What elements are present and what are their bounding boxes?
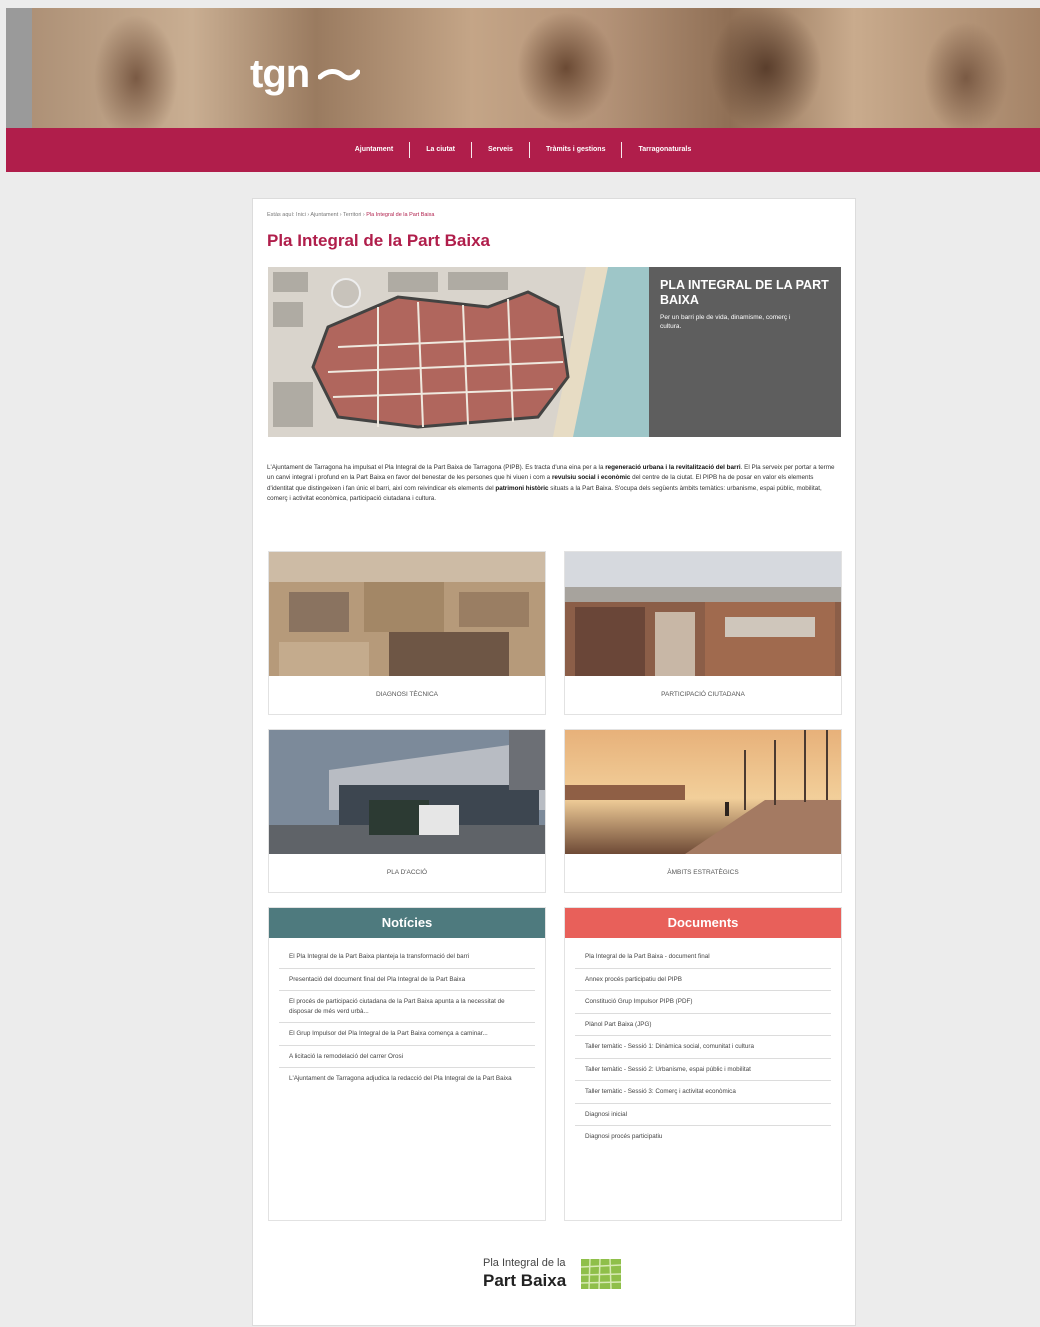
news-item[interactable]: El Pla Integral de la Part Baixa plantej… xyxy=(279,946,535,969)
news-panel: Notícies El Pla Integral de la Part Baix… xyxy=(268,907,546,1221)
banner-subtitle: Per un barri ple de vida, dinamisme, com… xyxy=(660,314,791,330)
tile-pla-daccio[interactable]: PLA D'ACCIÓ xyxy=(268,729,546,893)
documents-heading: Documents xyxy=(565,908,841,938)
document-item[interactable]: Diagnosi inicial xyxy=(575,1104,831,1126)
tile-image xyxy=(565,730,841,854)
breadcrumb-home[interactable]: Estàs aquí: Inici xyxy=(267,212,306,218)
hero-banner xyxy=(6,8,1040,128)
tile-label: ÀMBITS ESTRATÈGICS xyxy=(667,869,739,876)
intro-bold-2: revulsiu social i econòmic xyxy=(551,474,631,482)
document-item[interactable]: Taller temàtic - Sessió 3: Comerç i acti… xyxy=(575,1081,831,1104)
footer-logo-line1: Pla Integral de la xyxy=(483,1257,566,1269)
tile-image xyxy=(565,552,841,676)
intro-paragraph: L'Ajuntament de Tarragona ha impulsat el… xyxy=(267,463,841,504)
tile-ambits-estrategics[interactable]: ÀMBITS ESTRATÈGICS xyxy=(564,729,842,893)
documents-list: Pla Integral de la Part Baixa - document… xyxy=(575,946,831,1148)
map-grid-icon xyxy=(581,1259,621,1289)
document-item[interactable]: Plànol Part Baixa (JPG) xyxy=(575,1014,831,1036)
nav-item-serveis[interactable]: Serveis xyxy=(471,142,529,158)
news-item[interactable]: Presentació del document final del Pla I… xyxy=(279,969,535,991)
documents-panel: Documents Pla Integral de la Part Baixa … xyxy=(564,907,842,1221)
breadcrumb-current: Pla Integral de la Part Baixa xyxy=(366,212,435,218)
news-item[interactable]: El procés de participació ciutadana de l… xyxy=(279,991,535,1023)
news-item[interactable]: L'Ajuntament de Tarragona adjudica la re… xyxy=(279,1068,535,1090)
breadcrumb: Estàs aquí: Inici › Ajuntament › Territo… xyxy=(267,212,435,218)
nav-item-tramits[interactable]: Tràmits i gestions xyxy=(528,142,622,158)
tile-participacio-ciutadana[interactable]: PARTICIPACIÓ CIUTADANA xyxy=(564,551,842,715)
document-item[interactable]: Taller temàtic - Sessió 2: Urbanisme, es… xyxy=(575,1059,831,1081)
tile-label: PLA D'ACCIÓ xyxy=(386,869,428,876)
document-item[interactable]: Constitució Grup Impulsor PIPB (PDF) xyxy=(575,991,831,1014)
plan-banner: PLA INTEGRAL DE LA PART BAIXA Per un bar… xyxy=(268,267,841,437)
nav-item-tarragonaturals[interactable]: Tarragonaturals xyxy=(621,142,707,158)
intro-bold-3: patrimoni històric xyxy=(495,484,549,492)
tile-label: DIAGNOSI TÈCNICA xyxy=(375,691,438,698)
document-item[interactable]: Diagnosi procés participatiu xyxy=(575,1126,831,1148)
news-heading: Notícies xyxy=(269,908,545,938)
document-item[interactable]: Annex procés participatiu del PIPB xyxy=(575,969,831,991)
news-list: El Pla Integral de la Part Baixa plantej… xyxy=(279,946,535,1090)
banner-caption: PLA INTEGRAL DE LA PART BAIXA Per un bar… xyxy=(649,267,841,437)
site-logo[interactable]: tgn xyxy=(250,52,310,97)
main-nav: Ajuntament La ciutat Serveis Tràmits i g… xyxy=(6,128,1040,172)
content-card: Estàs aquí: Inici › Ajuntament › Territo… xyxy=(252,198,856,1326)
news-item[interactable]: A licitació la remodelació del carrer Or… xyxy=(279,1046,535,1068)
aerial-map-image xyxy=(268,267,649,437)
news-item[interactable]: El Grup Impulsor del Pla Integral de la … xyxy=(279,1023,535,1046)
part-baixa-logo: Pla Integral de la Part Baixa xyxy=(483,1255,633,1295)
logo-wave-icon xyxy=(318,69,360,81)
tile-image xyxy=(269,730,545,854)
nav-item-ajuntament[interactable]: Ajuntament xyxy=(339,142,410,158)
breadcrumb-ajuntament[interactable]: Ajuntament xyxy=(310,212,338,218)
intro-bold-1: regeneració urbana i la revitalització d… xyxy=(605,464,741,471)
footer-logo-line2: Part Baixa xyxy=(483,1271,567,1290)
page-title: Pla Integral de la Part Baixa xyxy=(267,231,490,250)
nav-item-la-ciutat[interactable]: La ciutat xyxy=(409,142,471,158)
document-item[interactable]: Pla Integral de la Part Baixa - document… xyxy=(575,946,831,969)
hero-edge xyxy=(6,8,32,128)
intro-text-1: L'Ajuntament de Tarragona ha impulsat el… xyxy=(267,464,606,471)
breadcrumb-territori[interactable]: Territori xyxy=(343,212,361,218)
tile-image xyxy=(269,552,545,676)
tile-label: PARTICIPACIÓ CIUTADANA xyxy=(661,691,745,698)
tile-diagnosi-tecnica[interactable]: DIAGNOSI TÈCNICA xyxy=(268,551,546,715)
banner-title: PLA INTEGRAL DE LA PART BAIXA xyxy=(660,278,829,307)
document-item[interactable]: Taller temàtic - Sessió 1: Dinàmica soci… xyxy=(575,1036,831,1059)
